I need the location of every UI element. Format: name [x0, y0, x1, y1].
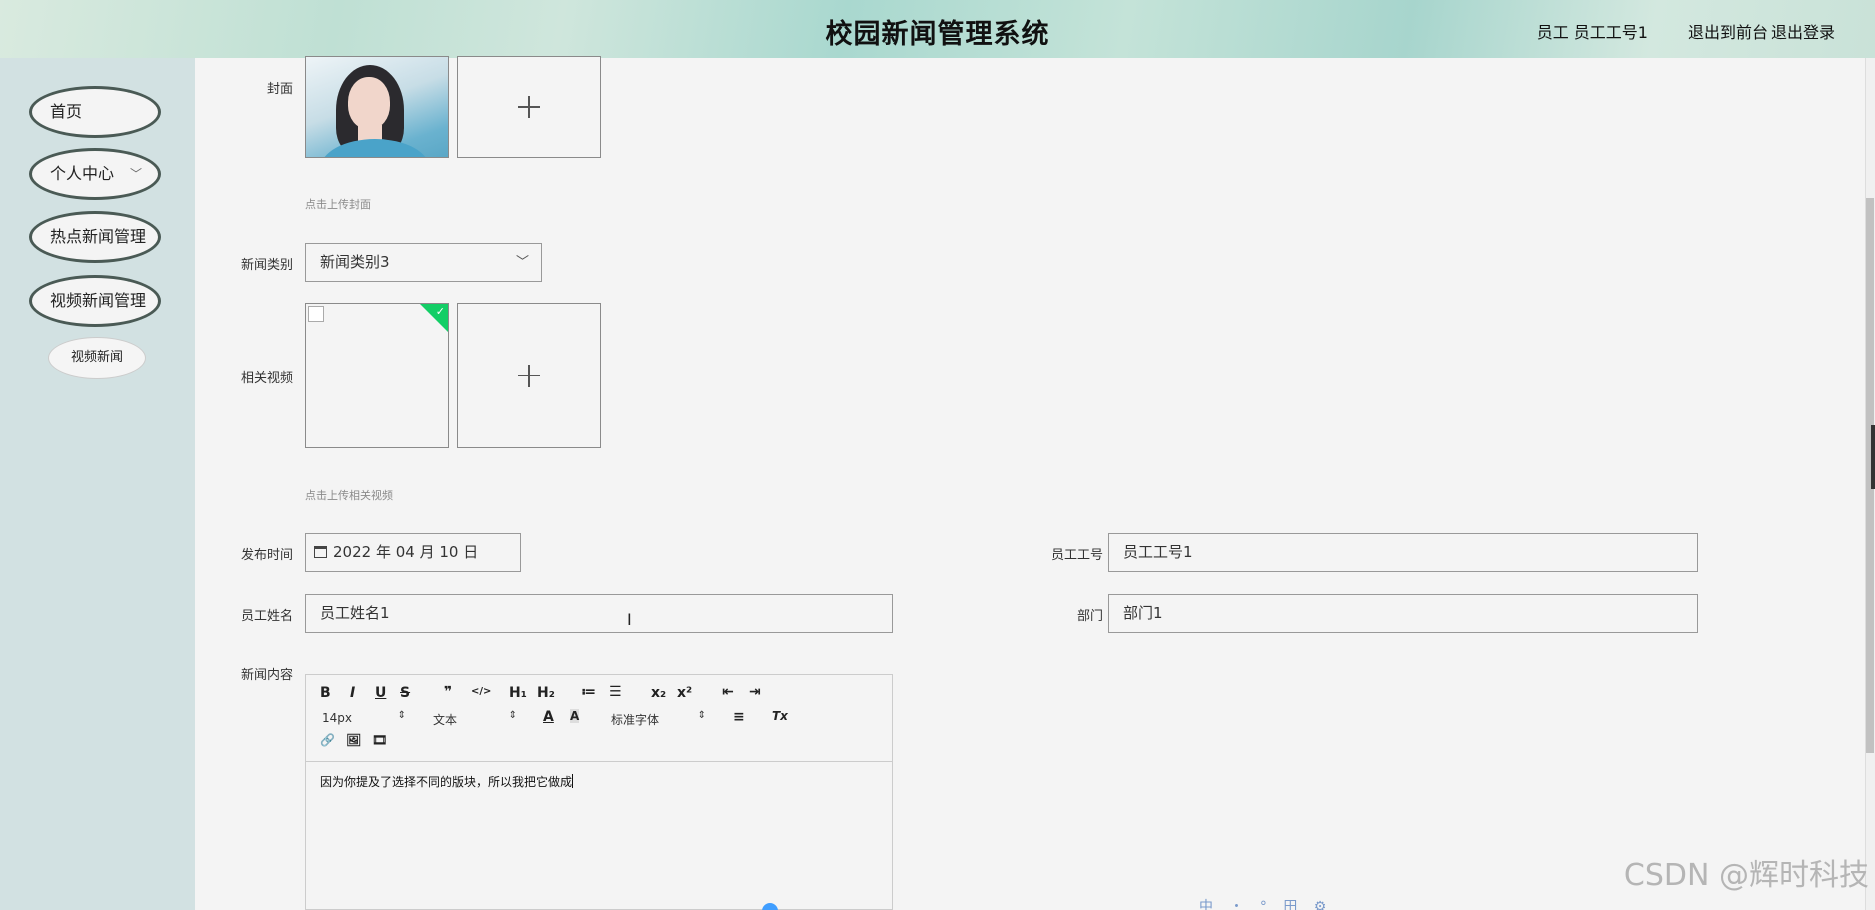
background-color-button[interactable]: A [570, 709, 580, 723]
font-family-select[interactable]: 标准字体 ⇕ [611, 710, 706, 728]
calendar-icon [314, 546, 327, 558]
updown-icon: ⇕ [697, 710, 706, 721]
video-icon[interactable]: 🎞 [372, 733, 387, 747]
sidebar-item-label: 个人中心 [50, 164, 115, 183]
cover-image-thumbnail[interactable] [305, 56, 449, 158]
bullet-list-button[interactable]: ☰ [609, 684, 622, 700]
blockquote-button[interactable]: ❞ [444, 684, 452, 700]
underline-button[interactable]: U [375, 685, 386, 701]
department-label: 部门 [1076, 609, 1103, 624]
align-button[interactable]: ≡ [733, 709, 745, 725]
category-label: 新闻类别 [240, 258, 293, 273]
sidebar-item-label: 首页 [50, 102, 83, 121]
ime-toolbar[interactable]: 中 ・ ° 田 ⚙ [1199, 896, 1332, 910]
employee-no-label: 员工工号 [1050, 548, 1103, 563]
outdent-button[interactable]: ⇤ [722, 684, 734, 700]
plus-icon [518, 364, 540, 387]
plus-icon [518, 96, 540, 118]
current-user-label: 员工 员工工号1 [1536, 23, 1648, 42]
font-family-value: 标准字体 [611, 713, 660, 727]
updown-icon: ⇕ [397, 710, 406, 721]
clear-format-button[interactable]: Tx [772, 709, 788, 723]
sidebar-item-home[interactable]: 首页 [29, 86, 161, 138]
sidebar-item-label: 热点新闻管理 [50, 227, 147, 246]
indent-button[interactable]: ⇥ [749, 684, 761, 700]
sidebar-item-personal-center[interactable]: 个人中心 ﹀ [29, 148, 161, 200]
editor-content-text: 因为你提及了选择不同的版块，所以我把它做成 [320, 775, 573, 789]
employee-name-input[interactable]: 员工姓名1 [305, 594, 893, 633]
category-select[interactable]: 新闻类别3 ﹀ [305, 243, 542, 282]
link-icon[interactable]: 🔗 [320, 733, 335, 747]
news-edit-form: 封面 点击上传封面 新闻类别 新闻类别3 ﹀ 相关视频 ✓ 点击上传相关视频 发… [195, 56, 1865, 910]
logout-link[interactable]: 退出登录 [1771, 19, 1835, 43]
font-size-value: 14px [322, 711, 352, 725]
exit-to-front-link[interactable]: 退出到前台 [1688, 19, 1768, 43]
department-input[interactable]: 部门1 [1108, 594, 1698, 633]
category-select-value: 新闻类别3 [320, 253, 390, 271]
subscript-button[interactable]: x₂ [651, 685, 666, 701]
publish-time-label: 发布时间 [240, 548, 293, 563]
font-size-select[interactable]: 14px ⇕ [322, 710, 406, 725]
rich-text-editor: B I U S ❞ </> H₁ H₂ ≔ ☰ x₂ x² ⇤ ⇥ 14px ⇕ … [305, 674, 893, 910]
block-type-select[interactable]: 文本 ⇕ [433, 710, 517, 728]
publish-time-picker[interactable]: 2022 年 04 月 10 日 [305, 533, 521, 572]
scroll-position-marker [1871, 425, 1875, 489]
sidebar-item-label: 视频新闻管理 [50, 291, 147, 310]
broken-image-icon [308, 306, 324, 322]
video-upload-tip: 点击上传相关视频 [305, 489, 393, 502]
image-icon[interactable]: 🖼 [346, 733, 361, 747]
text-caret [572, 774, 574, 788]
employee-no-input[interactable]: 员工工号1 [1108, 533, 1698, 572]
strike-button[interactable]: S [400, 685, 410, 701]
editor-content[interactable]: 因为你提及了选择不同的版块，所以我把它做成 [320, 773, 574, 790]
publish-time-value: 2022 年 04 月 10 日 [333, 543, 479, 561]
check-icon: ✓ [435, 305, 445, 318]
content-label: 新闻内容 [240, 668, 293, 683]
bold-button[interactable]: B [320, 685, 331, 701]
heading1-button[interactable]: H₁ [509, 685, 527, 701]
cover-photo [306, 57, 448, 157]
sidebar-subitem-video-news[interactable]: 视频新闻 [48, 337, 146, 379]
sidebar-menu: 首页 个人中心 ﹀ 热点新闻管理 视频新闻管理 视频新闻 [0, 58, 195, 910]
employee-name-label: 员工姓名 [240, 609, 293, 624]
superscript-button[interactable]: x² [677, 685, 692, 701]
code-block-button[interactable]: </> [471, 686, 491, 697]
chevron-down-icon: ﹀ [515, 255, 529, 270]
text-cursor-icon: I [627, 610, 632, 629]
updown-icon: ⇕ [508, 710, 517, 721]
chevron-down-icon: ﹀ [129, 167, 142, 181]
video-label: 相关视频 [240, 371, 293, 386]
cover-upload-tip: 点击上传封面 [305, 198, 371, 211]
top-header: 校园新闻管理系统 员工 员工工号1 退出到前台 退出登录 [0, 0, 1875, 58]
editor-toolbar: B I U S ❞ </> H₁ H₂ ≔ ☰ x₂ x² ⇤ ⇥ 14px ⇕ … [306, 675, 892, 762]
video-thumbnail[interactable]: ✓ [305, 303, 449, 448]
block-type-value: 文本 [433, 713, 458, 727]
sidebar-item-video-news[interactable]: 视频新闻管理 [29, 275, 161, 327]
ordered-list-button[interactable]: ≔ [581, 684, 596, 700]
font-color-button[interactable]: A [543, 709, 554, 725]
heading2-button[interactable]: H₂ [537, 685, 555, 701]
cover-label: 封面 [266, 82, 293, 97]
cover-upload-button[interactable] [457, 56, 601, 158]
sidebar-item-hot-news[interactable]: 热点新闻管理 [29, 211, 161, 263]
video-upload-button[interactable] [457, 303, 601, 448]
csdn-watermark: CSDN @辉时科技 [1623, 858, 1869, 893]
italic-button[interactable]: I [350, 685, 355, 701]
